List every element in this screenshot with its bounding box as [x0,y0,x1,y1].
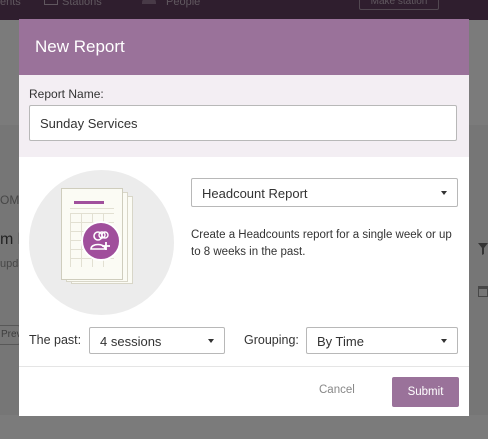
new-report-dialog: New Report Report Name: Headcount Report… [19,19,469,416]
grouping-value: By Time [317,334,364,349]
report-document-icon [29,170,174,315]
dialog-title: New Report [35,37,125,56]
report-name-input[interactable] [29,105,457,141]
document-title-bar [74,201,104,204]
dropdown-caret-icon [441,339,447,343]
dropdown-caret-icon [208,339,214,343]
dialog-header: New Report [19,19,469,75]
dropdown-caret-icon [441,191,447,195]
footer-divider [19,366,469,367]
report-type-value: Headcount Report [202,186,308,201]
grouping-select[interactable]: By Time [306,327,458,354]
report-name-label: Report Name: [29,87,104,101]
grouping-label: Grouping: [244,333,299,347]
add-people-icon [81,221,121,261]
report-description: Create a Headcounts report for a single … [191,229,452,258]
past-sessions-value: 4 sessions [100,334,162,349]
past-label: The past: [29,333,82,347]
report-type-select[interactable]: Headcount Report [191,178,458,207]
submit-button[interactable]: Submit [392,377,459,407]
past-sessions-select[interactable]: 4 sessions [89,327,225,354]
cancel-button[interactable]: Cancel [319,384,355,396]
report-name-section: Report Name: [19,75,469,157]
document-line [70,208,114,209]
